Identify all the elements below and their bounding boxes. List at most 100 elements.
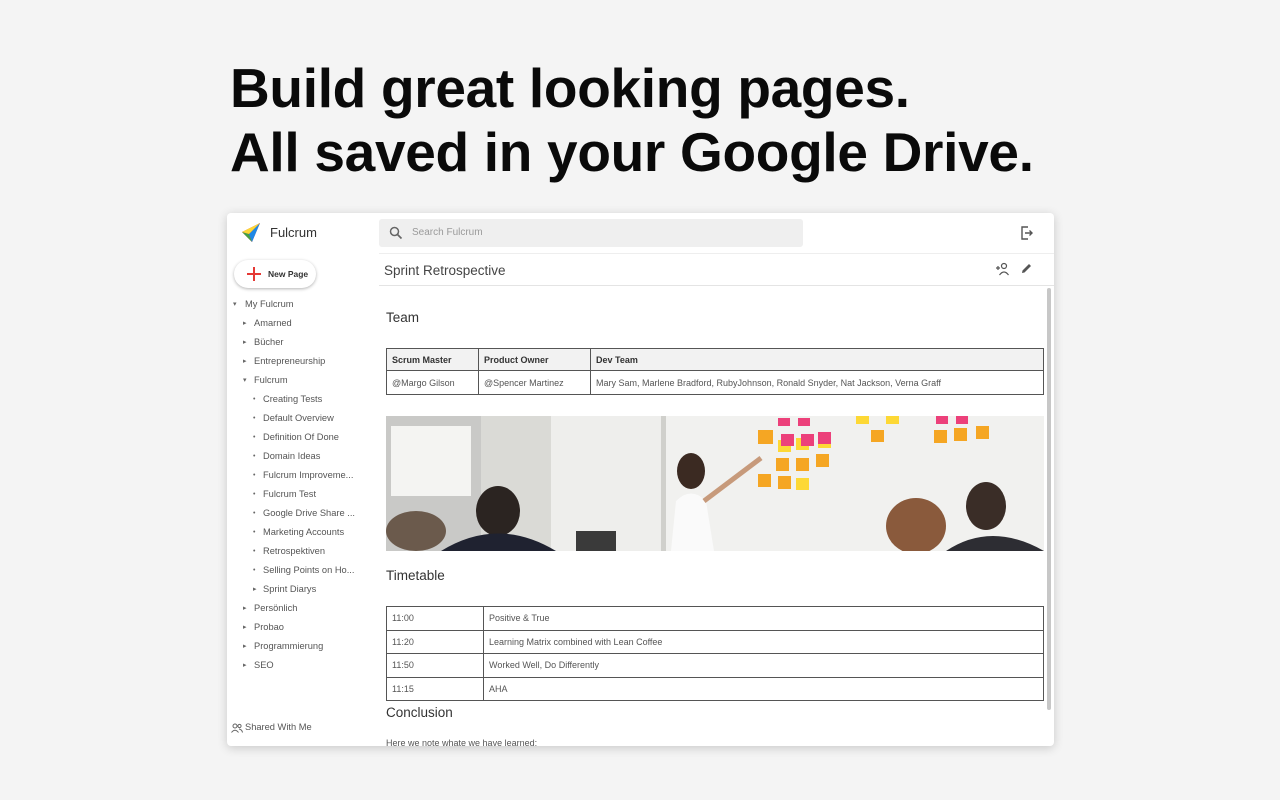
sidebar-item-label: Definition Of Done [263, 432, 339, 442]
search-input[interactable]: Search Fulcrum [412, 227, 483, 238]
new-page-button[interactable]: New Page [234, 260, 316, 288]
chevron-right-icon[interactable]: ▸ [253, 580, 257, 599]
sidebar-item-label: Persönlich [254, 603, 298, 613]
sidebar-item-label: Default Overview [263, 413, 334, 423]
bullet-icon: • [253, 453, 256, 460]
hero-headline: Build great looking pages. All saved in … [230, 56, 1034, 184]
table-row: 11:00 Positive & True [386, 606, 1044, 631]
time-cell: 11:50 [386, 653, 484, 678]
team-header-cell: Product Owner [478, 348, 591, 371]
sidebar-item-label: Sprint Diarys [263, 584, 317, 594]
sidebar-item-label: Bücher [254, 337, 284, 347]
timetable-heading: Timetable [386, 568, 445, 583]
sidebar-item[interactable]: • Selling Points on Ho... [227, 561, 377, 580]
sidebar-item-label: Domain Ideas [263, 451, 321, 461]
page-header: Sprint Retrospective [379, 253, 1054, 286]
bullet-icon: • [253, 529, 256, 536]
sidebar-item[interactable]: ▸ Programmierung [227, 637, 377, 656]
top-bar: Fulcrum Search Fulcrum [227, 213, 1054, 253]
table-row: 11:20 Learning Matrix combined with Lean… [386, 629, 1044, 654]
bullet-icon: • [253, 567, 256, 574]
people-icon [231, 723, 243, 733]
sidebar-item-label: Fulcrum [254, 375, 288, 385]
sidebar-item[interactable]: ▸ Amarned [227, 314, 377, 333]
chevron-right-icon[interactable]: ▸ [243, 352, 247, 371]
sidebar-item-label: Fulcrum Improveme... [263, 470, 354, 480]
sidebar-item-label: Selling Points on Ho... [263, 565, 355, 575]
sidebar-item[interactable]: • Retrospektiven [227, 542, 377, 561]
sidebar-item[interactable]: ▸ Entrepreneurship [227, 352, 377, 371]
table-row: 11:15 AHA [386, 676, 1044, 701]
sidebar-item[interactable]: ▸ Bücher [227, 333, 377, 352]
chevron-down-icon[interactable]: ▾ [243, 371, 247, 390]
chevron-right-icon[interactable]: ▸ [243, 618, 247, 637]
sidebar-item-label: Amarned [254, 318, 292, 328]
activity-cell: AHA [483, 676, 1044, 701]
bullet-icon: • [253, 415, 256, 422]
headline-line-1: Build great looking pages. [230, 57, 910, 119]
tree-root-my-fulcrum[interactable]: ▾ My Fulcrum [227, 295, 377, 314]
brand-name[interactable]: Fulcrum [270, 225, 317, 240]
sidebar-item[interactable]: • Definition Of Done [227, 428, 377, 447]
chevron-right-icon[interactable]: ▸ [243, 333, 247, 352]
team-table: Scrum Master Product Owner Dev Team @Mar… [386, 348, 1044, 395]
headline-line-2: All saved in your Google Drive. [230, 121, 1034, 183]
chevron-down-icon[interactable]: ▾ [233, 295, 237, 314]
search-bar[interactable]: Search Fulcrum [379, 219, 803, 247]
bullet-icon: • [253, 491, 256, 498]
team-header-cell: Dev Team [590, 348, 1044, 371]
chevron-right-icon[interactable]: ▸ [243, 599, 247, 618]
time-cell: 11:00 [386, 606, 484, 631]
add-user-icon[interactable] [995, 262, 1010, 276]
page-title: Sprint Retrospective [384, 263, 506, 278]
conclusion-text: Here we note whate we have learned: [386, 738, 538, 746]
page-tree: ▾ My Fulcrum ▸ Amarned ▸ Bücher ▸ Entrepreneu… [227, 295, 377, 675]
chevron-right-icon[interactable]: ▸ [243, 656, 247, 675]
table-row: 11:50 Worked Well, Do Differently [386, 653, 1044, 678]
sidebar-item[interactable]: • Creating Tests [227, 390, 377, 409]
team-cell: @Margo Gilson [386, 370, 479, 395]
sidebar-item-label: Marketing Accounts [263, 527, 345, 537]
sidebar-item-label: Retrospektiven [263, 546, 326, 556]
sidebar-item[interactable]: • Default Overview [227, 409, 377, 428]
time-cell: 11:15 [386, 676, 484, 701]
sidebar-item[interactable]: ▸ SEO [227, 656, 377, 675]
sidebar-item[interactable]: ▸ Persönlich [227, 599, 377, 618]
chevron-right-icon[interactable]: ▸ [243, 314, 247, 333]
sidebar-item[interactable]: ▸ Probao [227, 618, 377, 637]
conclusion-heading: Conclusion [386, 705, 453, 720]
team-heading: Team [386, 310, 420, 325]
main-content: Sprint Retrospective Team Scrum Master P… [379, 253, 1054, 746]
sidebar-item[interactable]: • Marketing Accounts [227, 523, 377, 542]
new-page-label: New Page [268, 269, 309, 279]
team-cell: Mary Sam, Marlene Bradford, RubyJohnson,… [590, 370, 1044, 395]
bullet-icon: • [253, 510, 256, 517]
sidebar-item-label: Google Drive Share ... [263, 508, 355, 518]
sidebar-item[interactable]: • Fulcrum Improveme... [227, 466, 377, 485]
scrollbar[interactable] [1047, 288, 1051, 710]
edit-icon[interactable] [1020, 262, 1033, 275]
page-body: Team Scrum Master Product Owner Dev Team… [386, 286, 1046, 746]
team-header-cell: Scrum Master [386, 348, 479, 371]
bullet-icon: • [253, 472, 256, 479]
bullet-icon: • [253, 434, 256, 441]
sidebar-item[interactable]: ▸ Sprint Diarys [227, 580, 377, 599]
timetable-table: 11:00 Positive & True 11:20 Learning Mat… [386, 606, 1044, 701]
sidebar-item[interactable]: • Fulcrum Test [227, 485, 377, 504]
logout-icon[interactable] [1020, 226, 1034, 240]
sidebar-item-label: Fulcrum Test [263, 489, 317, 499]
activity-cell: Learning Matrix combined with Lean Coffe… [483, 629, 1044, 654]
activity-cell: Positive & True [483, 606, 1044, 631]
fulcrum-logo-icon[interactable] [240, 222, 262, 244]
search-icon [389, 226, 403, 240]
sidebar-item[interactable]: • Google Drive Share ... [227, 504, 377, 523]
sidebar-item-label: SEO [254, 660, 274, 670]
app-window: Fulcrum Search Fulcrum New Page ▾ My Ful… [227, 213, 1054, 746]
bullet-icon: • [253, 548, 256, 555]
sidebar-item[interactable]: • Domain Ideas [227, 447, 377, 466]
chevron-right-icon[interactable]: ▸ [243, 637, 247, 656]
bullet-icon: • [253, 396, 256, 403]
activity-cell: Worked Well, Do Differently [483, 653, 1044, 678]
sidebar-item[interactable]: ▾ Fulcrum [227, 371, 377, 390]
team-meeting-photo [386, 416, 1044, 551]
